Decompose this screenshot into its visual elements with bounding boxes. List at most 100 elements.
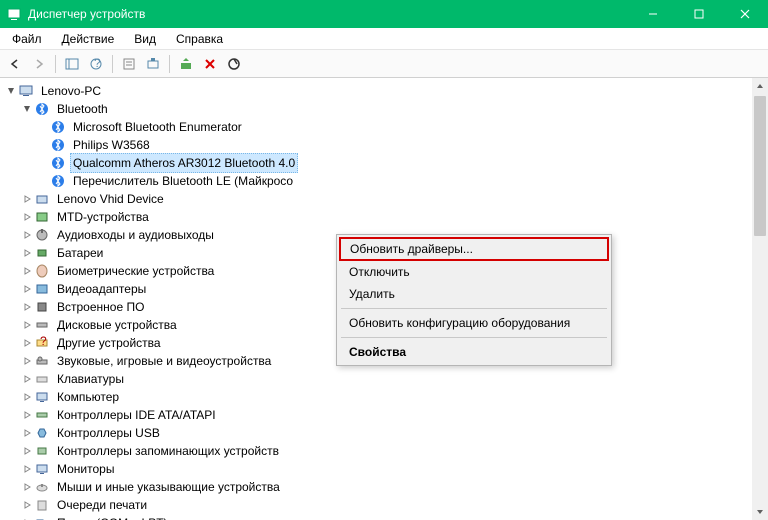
- svg-text:?: ?: [40, 336, 47, 348]
- tree-category[interactable]: Порты (COM и LPT): [2, 514, 766, 520]
- expand-icon[interactable]: [20, 300, 34, 314]
- tree-label: Контроллеры запоминающих устройств: [54, 442, 282, 460]
- collapse-icon[interactable]: [4, 84, 18, 98]
- device-category-icon: [34, 299, 50, 315]
- tree-label: Контроллеры IDE ATA/ATAPI: [54, 406, 219, 424]
- toolbar-separator: [55, 55, 56, 73]
- device-category-icon: [34, 191, 50, 207]
- context-update-drivers[interactable]: Обновить драйверы...: [339, 237, 609, 261]
- tree-category[interactable]: Клавиатуры: [2, 370, 766, 388]
- collapse-icon[interactable]: [20, 102, 34, 116]
- tree-category[interactable]: Контроллеры USB: [2, 424, 766, 442]
- context-remove[interactable]: Удалить: [339, 283, 609, 305]
- toolbar: ?: [0, 50, 768, 78]
- tree-label: Компьютер: [54, 388, 122, 406]
- scroll-up-icon[interactable]: [752, 78, 768, 94]
- expand-icon[interactable]: [20, 372, 34, 386]
- tree-root[interactable]: Lenovo-PC: [2, 82, 766, 100]
- bluetooth-icon: [50, 137, 66, 153]
- expand-icon[interactable]: [20, 498, 34, 512]
- device-category-icon: [34, 407, 50, 423]
- window-title: Диспетчер устройств: [28, 7, 630, 21]
- tree-category[interactable]: Lenovo Vhid Device: [2, 190, 766, 208]
- tree-category[interactable]: Мыши и иные указывающие устройства: [2, 478, 766, 496]
- scroll-down-icon[interactable]: [752, 504, 768, 520]
- tree-device[interactable]: Microsoft Bluetooth Enumerator: [2, 118, 766, 136]
- menu-view[interactable]: Вид: [126, 30, 164, 48]
- expand-icon[interactable]: [20, 282, 34, 296]
- tree-label: Qualcomm Atheros AR3012 Bluetooth 4.0: [70, 153, 298, 173]
- expand-icon[interactable]: [20, 210, 34, 224]
- bluetooth-icon: [50, 155, 66, 171]
- tree-device-selected[interactable]: Qualcomm Atheros AR3012 Bluetooth 4.0: [2, 154, 766, 172]
- context-disable[interactable]: Отключить: [339, 261, 609, 283]
- device-category-icon: [34, 353, 50, 369]
- tree-category[interactable]: Очереди печати: [2, 496, 766, 514]
- tree-category[interactable]: Контроллеры запоминающих устройств: [2, 442, 766, 460]
- tree-label: Lenovo Vhid Device: [54, 190, 167, 208]
- tree-category[interactable]: Мониторы: [2, 460, 766, 478]
- tree-category-bluetooth[interactable]: Bluetooth: [2, 100, 766, 118]
- expand-icon[interactable]: [20, 318, 34, 332]
- properties-button[interactable]: [118, 53, 140, 75]
- minimize-button[interactable]: [630, 0, 676, 28]
- menu-file[interactable]: Файл: [4, 30, 50, 48]
- tree-category[interactable]: MTD-устройства: [2, 208, 766, 226]
- scroll-thumb[interactable]: [754, 96, 766, 236]
- expand-icon[interactable]: [20, 192, 34, 206]
- tree-label: Аудиовходы и аудиовыходы: [54, 226, 217, 244]
- context-separator: [341, 308, 607, 309]
- device-category-icon: [34, 263, 50, 279]
- tree-category[interactable]: Контроллеры IDE ATA/ATAPI: [2, 406, 766, 424]
- tree-label: Порты (COM и LPT): [54, 514, 171, 520]
- close-button[interactable]: [722, 0, 768, 28]
- device-category-icon: [34, 425, 50, 441]
- expand-icon[interactable]: [20, 426, 34, 440]
- tree-label: Philips W3568: [70, 136, 153, 154]
- update-driver-button[interactable]: [175, 53, 197, 75]
- tree-category[interactable]: Компьютер: [2, 388, 766, 406]
- context-menu: Обновить драйверы... Отключить Удалить О…: [336, 234, 612, 366]
- tree-device[interactable]: Перечислитель Bluetooth LE (Майкросо: [2, 172, 766, 190]
- menu-action[interactable]: Действие: [54, 30, 123, 48]
- tree-label: Встроенное ПО: [54, 298, 147, 316]
- expand-icon[interactable]: [20, 390, 34, 404]
- device-category-icon: ?: [34, 335, 50, 351]
- device-category-icon: [34, 389, 50, 405]
- expand-icon[interactable]: [20, 246, 34, 260]
- help-toolbar-button[interactable]: ?: [85, 53, 107, 75]
- uninstall-button[interactable]: [199, 53, 221, 75]
- tree-label: Звуковые, игровые и видеоустройства: [54, 352, 274, 370]
- device-tree: Lenovo-PC Bluetooth Microsoft Bluetooth …: [0, 78, 768, 520]
- expand-icon[interactable]: [20, 444, 34, 458]
- menu-help[interactable]: Справка: [168, 30, 231, 48]
- expand-icon[interactable]: [20, 480, 34, 494]
- device-category-icon: [34, 497, 50, 513]
- expand-icon[interactable]: [20, 228, 34, 242]
- back-button[interactable]: [4, 53, 26, 75]
- maximize-button[interactable]: [676, 0, 722, 28]
- disable-button[interactable]: [223, 53, 245, 75]
- context-separator: [341, 337, 607, 338]
- tree-label: Очереди печати: [54, 496, 150, 514]
- scan-button[interactable]: [142, 53, 164, 75]
- expand-icon[interactable]: [20, 336, 34, 350]
- bluetooth-icon: [50, 173, 66, 189]
- tree-device[interactable]: Philips W3568: [2, 136, 766, 154]
- forward-button[interactable]: [28, 53, 50, 75]
- expand-icon[interactable]: [20, 516, 34, 520]
- tree-label: MTD-устройства: [54, 208, 152, 226]
- expand-icon[interactable]: [20, 408, 34, 422]
- toolbar-separator: [112, 55, 113, 73]
- expand-icon[interactable]: [20, 354, 34, 368]
- expand-icon[interactable]: [20, 462, 34, 476]
- tree-label: Другие устройства: [54, 334, 164, 352]
- vertical-scrollbar[interactable]: [752, 78, 768, 520]
- tree-label: Батареи: [54, 244, 106, 262]
- tree-label: Биометрические устройства: [54, 262, 217, 280]
- device-category-icon: [34, 443, 50, 459]
- show-tree-button[interactable]: [61, 53, 83, 75]
- context-properties[interactable]: Свойства: [339, 341, 609, 363]
- context-scan-hardware[interactable]: Обновить конфигурацию оборудования: [339, 312, 609, 334]
- expand-icon[interactable]: [20, 264, 34, 278]
